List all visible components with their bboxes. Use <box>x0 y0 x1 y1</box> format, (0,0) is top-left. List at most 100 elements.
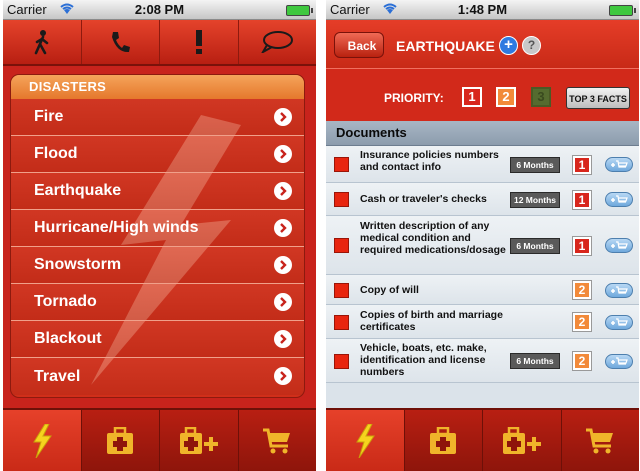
tab-bar <box>3 408 316 471</box>
document-row[interactable]: Insurance policies numbers and contact i… <box>326 146 639 183</box>
chevron-right-icon <box>274 256 292 274</box>
disaster-row[interactable]: Hurricane/High winds <box>11 210 304 247</box>
disaster-label: Hurricane/High winds <box>34 219 199 236</box>
exclamation-icon[interactable] <box>160 20 239 64</box>
chevron-right-icon <box>274 145 292 163</box>
add-to-cart-icon[interactable] <box>605 315 633 330</box>
document-row[interactable]: Copy of will 2 <box>326 275 639 305</box>
tab-first-aid-plus[interactable] <box>483 410 562 471</box>
document-label: Copies of birth and marriage certificate… <box>360 309 503 333</box>
document-row[interactable]: Cash or traveler's checks 12 Months 1 <box>326 183 639 216</box>
shopping-cart-icon <box>586 428 614 453</box>
add-to-cart-icon[interactable] <box>605 192 633 207</box>
battery-icon <box>286 5 313 16</box>
add-to-cart-icon[interactable] <box>605 283 633 298</box>
document-checkbox[interactable] <box>334 283 349 298</box>
priority-3-button[interactable]: 3 <box>531 87 551 107</box>
priority-2-button[interactable]: 2 <box>496 87 516 107</box>
disasters-header: DISASTERS <box>11 75 304 99</box>
document-checkbox[interactable] <box>334 192 349 207</box>
document-checkbox[interactable] <box>334 315 349 330</box>
document-label: Vehicle, boats, etc. make, identificatio… <box>360 342 487 378</box>
disaster-label: Tornado <box>34 293 97 310</box>
nav-bar: Back EARTHQUAKE + ? <box>326 20 639 68</box>
priority-1-button[interactable]: 1 <box>462 87 482 107</box>
disaster-label: Fire <box>34 108 64 125</box>
document-label: Copy of will <box>360 284 419 296</box>
status-time: 2:08 PM <box>134 2 185 17</box>
disaster-label: Travel <box>34 367 81 385</box>
disaster-label: Blackout <box>34 330 102 347</box>
disaster-row[interactable]: Blackout <box>11 321 304 358</box>
document-label: Cash or traveler's checks <box>360 193 487 205</box>
lightning-icon <box>32 423 52 458</box>
expiry-badge[interactable]: 6 Months <box>510 353 560 369</box>
document-label: Written description of any medical condi… <box>360 220 506 256</box>
walking-person-icon[interactable] <box>3 20 82 64</box>
phone-icon[interactable] <box>82 20 160 64</box>
tab-first-aid[interactable] <box>405 410 483 471</box>
disaster-label: Flood <box>34 145 78 162</box>
top-3-facts-button[interactable]: TOP 3 FACTS <box>566 87 630 109</box>
disaster-row[interactable]: Fire <box>11 99 304 136</box>
expiry-badge[interactable]: 6 Months <box>510 157 560 173</box>
document-checkbox[interactable] <box>334 157 349 172</box>
disaster-row[interactable]: Flood <box>11 136 304 173</box>
add-icon[interactable]: + <box>499 36 518 55</box>
first-aid-kit-icon <box>430 426 457 454</box>
disaster-row[interactable]: Travel <box>11 358 304 395</box>
chevron-right-icon <box>274 330 292 348</box>
tab-first-aid[interactable] <box>82 410 160 471</box>
priority-badge[interactable]: 2 <box>573 313 591 331</box>
speech-bubble-icon[interactable] <box>239 20 317 64</box>
priority-badge[interactable]: 1 <box>573 156 591 174</box>
expiry-badge[interactable]: 12 Months <box>510 192 560 208</box>
chevron-right-icon <box>274 182 292 200</box>
disaster-row[interactable]: Tornado <box>11 284 304 321</box>
shopping-cart-icon <box>263 428 291 453</box>
top-toolbar <box>3 20 316 66</box>
status-time: 1:48 PM <box>457 2 508 17</box>
disasters-screen: Carrier 2:08 PM DISASTERS Fire Flood Ear… <box>3 0 316 471</box>
tab-shopping[interactable] <box>239 410 317 471</box>
add-to-cart-icon[interactable] <box>605 157 633 172</box>
expiry-badge[interactable]: 6 Months <box>510 238 560 254</box>
tab-first-aid-plus[interactable] <box>160 410 239 471</box>
disaster-label: Earthquake <box>34 182 122 199</box>
chevron-right-icon <box>274 108 292 126</box>
document-checkbox[interactable] <box>334 354 349 369</box>
add-to-cart-icon[interactable] <box>605 238 633 253</box>
priority-badge[interactable]: 1 <box>573 191 591 209</box>
page-title: EARTHQUAKE <box>396 38 495 54</box>
disaster-row[interactable]: Earthquake <box>11 173 304 210</box>
chevron-right-icon <box>274 219 292 237</box>
priority-label: PRIORITY: <box>384 91 444 105</box>
document-label: Insurance policies numbers and contact i… <box>360 149 499 173</box>
document-row[interactable]: Copies of birth and marriage certificate… <box>326 305 639 339</box>
tab-shopping[interactable] <box>562 410 640 471</box>
priority-badge[interactable]: 2 <box>573 352 591 370</box>
battery-icon <box>609 5 636 16</box>
back-button[interactable]: Back <box>334 32 384 58</box>
first-aid-kit-plus-icon <box>179 426 218 454</box>
first-aid-kit-plus-icon <box>502 426 541 454</box>
earthquake-screen: Carrier 1:48 PM Back EARTHQUAKE + ? PRIO… <box>326 0 639 471</box>
tab-disasters[interactable] <box>3 410 82 471</box>
status-bar: Carrier 2:08 PM <box>3 0 316 20</box>
help-icon[interactable]: ? <box>522 36 541 55</box>
lightning-icon <box>355 423 375 458</box>
add-to-cart-icon[interactable] <box>605 354 633 369</box>
document-row[interactable]: Vehicle, boats, etc. make, identificatio… <box>326 339 639 383</box>
status-bar: Carrier 1:48 PM <box>326 0 639 20</box>
documents-header: Documents <box>326 121 639 146</box>
documents-list: Documents Insurance policies numbers and… <box>326 121 639 409</box>
disasters-panel: DISASTERS Fire Flood Earthquake Hurricane/H… <box>11 75 304 397</box>
document-row[interactable]: Written description of any medical condi… <box>326 216 639 275</box>
priority-bar: PRIORITY: 1 2 3 TOP 3 FACTS <box>326 68 639 122</box>
disaster-label: Snowstorm <box>34 256 122 273</box>
tab-disasters[interactable] <box>326 410 405 471</box>
priority-badge[interactable]: 1 <box>573 237 591 255</box>
disaster-row[interactable]: Snowstorm <box>11 247 304 284</box>
priority-badge[interactable]: 2 <box>573 281 591 299</box>
document-checkbox[interactable] <box>334 238 349 253</box>
